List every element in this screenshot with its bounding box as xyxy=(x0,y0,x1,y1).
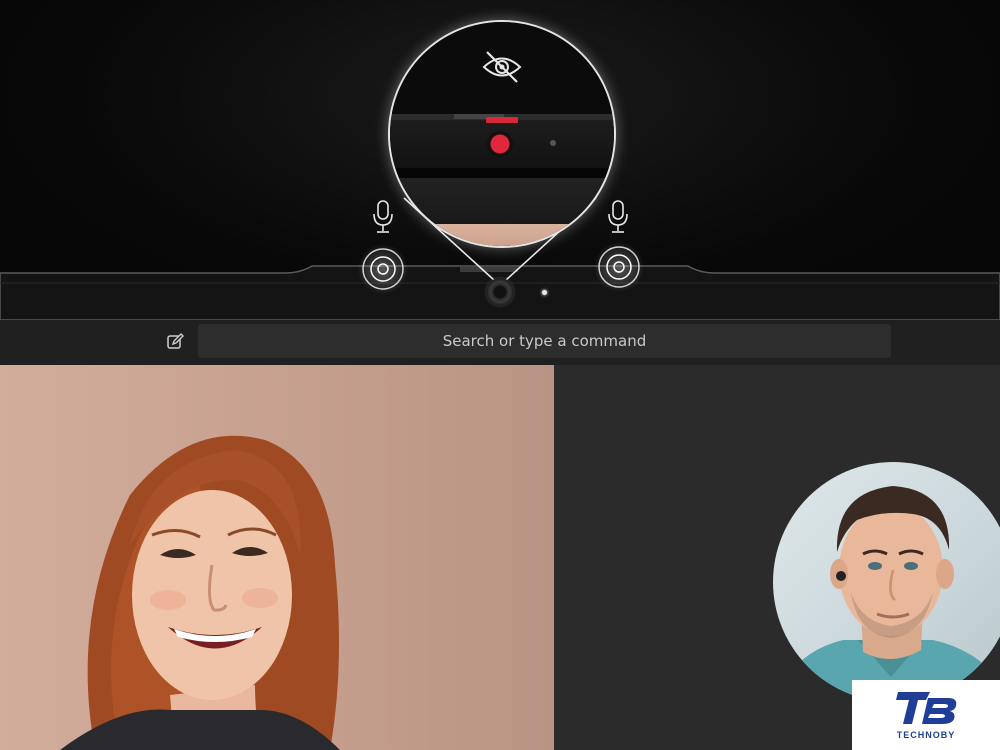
right-microphone-rings xyxy=(598,246,640,288)
watermark-text: TECHNOBY xyxy=(896,730,956,740)
search-input[interactable]: Search or type a command xyxy=(198,324,891,358)
ir-sensor xyxy=(550,140,556,146)
participant-avatar-man[interactable] xyxy=(773,462,1000,702)
teams-command-bar: Search or type a command xyxy=(0,320,1000,365)
privacy-shutter-indicator xyxy=(486,117,518,123)
eye-slash-icon xyxy=(482,51,522,83)
laptop-bezel-illustration xyxy=(0,0,1000,320)
left-microphone-rings xyxy=(362,248,404,290)
magnifier-groove xyxy=(390,168,614,178)
participant-video-man xyxy=(773,486,1000,702)
compose-icon[interactable] xyxy=(164,331,186,353)
video-tile-main-participant[interactable] xyxy=(0,365,554,750)
technoby-logo xyxy=(896,692,957,724)
technoby-watermark: TECHNOBY xyxy=(852,680,1000,750)
webcam-lens xyxy=(486,278,514,306)
participant-video-woman xyxy=(60,435,340,750)
search-placeholder: Search or type a command xyxy=(442,332,647,350)
privacy-shutter-magnifier xyxy=(388,20,616,248)
magnifier-background-face xyxy=(390,224,614,246)
camera-status-led xyxy=(542,290,547,295)
shuttered-camera-lens xyxy=(487,131,513,157)
magnifier-lower-bezel xyxy=(390,178,614,224)
